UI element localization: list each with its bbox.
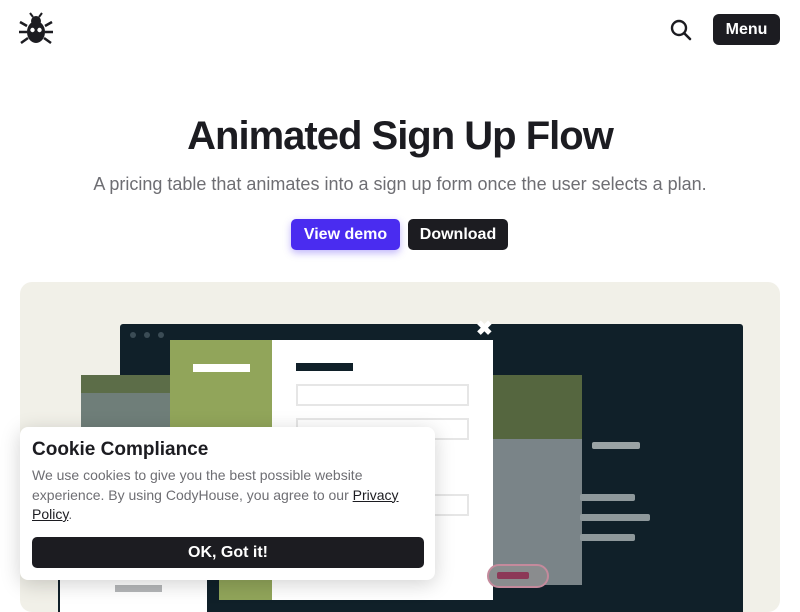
form-input-placeholder (296, 384, 469, 406)
placeholder-line (580, 514, 650, 521)
search-icon[interactable] (668, 17, 694, 43)
cookie-text-body: We use cookies to give you the best poss… (32, 467, 363, 503)
placeholder-line (115, 585, 162, 592)
cookie-banner: Cookie Compliance We use cookies to give… (20, 427, 435, 580)
placeholder-line (592, 442, 640, 449)
cookie-accept-button[interactable]: OK, Got it! (32, 537, 424, 568)
window-dot (158, 332, 164, 338)
placeholder-line (580, 534, 635, 541)
window-dot (144, 332, 150, 338)
cookie-text-end: . (68, 506, 73, 522)
cookie-title: Cookie Compliance (32, 439, 209, 460)
menu-button[interactable]: Menu (713, 14, 780, 45)
mock-card-footer (60, 579, 210, 612)
page-subtitle: A pricing table that animates into a sig… (93, 174, 707, 194)
download-button[interactable]: Download (408, 219, 508, 250)
close-icon: ✖ (476, 318, 493, 340)
pricing-card-right-header (492, 375, 582, 439)
plan-label-placeholder (193, 364, 250, 372)
form-heading-placeholder (296, 363, 353, 371)
cookie-text: We use cookies to give you the best poss… (32, 466, 427, 525)
mock-button-label (497, 572, 529, 579)
view-demo-button[interactable]: View demo (291, 219, 400, 250)
site-header: Menu (0, 0, 800, 60)
page-title: Animated Sign Up Flow (187, 114, 614, 158)
pricing-card-left-header (81, 375, 171, 393)
window-dot (130, 332, 136, 338)
bug-logo-icon[interactable] (18, 12, 54, 48)
browser-edge (207, 579, 219, 612)
placeholder-line (580, 494, 635, 501)
